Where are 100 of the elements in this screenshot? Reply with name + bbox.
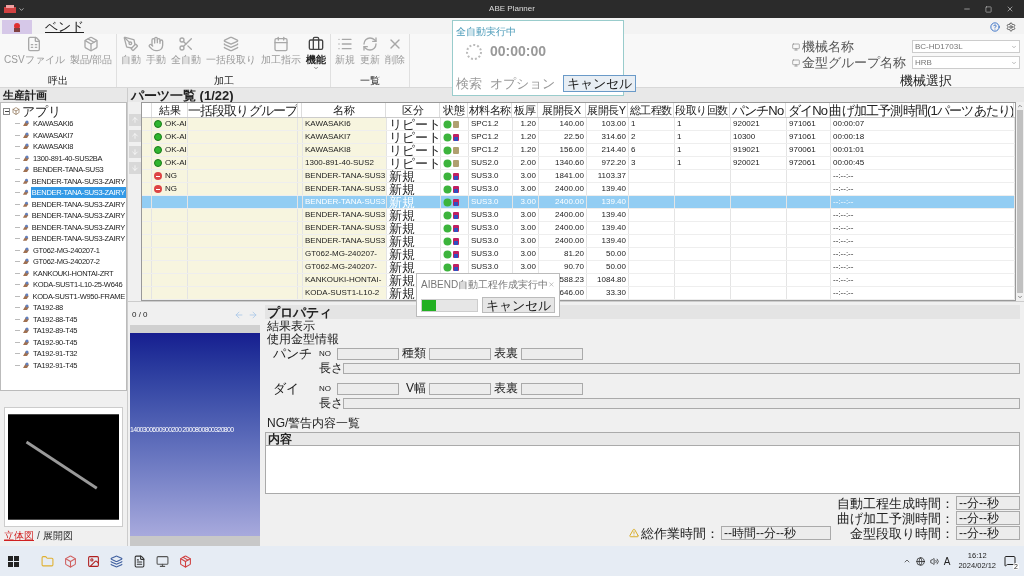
app-icon[interactable]	[156, 554, 169, 568]
table-cell: 1	[675, 144, 731, 156]
table-cell: 33.30	[587, 287, 629, 299]
table-cell[interactable]: GT062-MG-240207-	[303, 248, 387, 260]
column-header[interactable]: 展開長X	[542, 104, 581, 116]
view-link[interactable]: 展開図	[42, 527, 73, 543]
table-cell[interactable]: KAWASAKI7	[303, 131, 387, 143]
table-cell[interactable]: 1300-891-40-SUS2	[303, 157, 387, 169]
table-cell: 2400.00	[539, 209, 587, 221]
column-header[interactable]: ダイNo	[787, 103, 828, 117]
ime-indicator[interactable]: A	[943, 553, 951, 569]
input-field[interactable]	[521, 347, 583, 360]
table-cell: 139.40	[587, 235, 629, 247]
column-header[interactable]: 材料名称	[468, 104, 511, 116]
caret-icon[interactable]	[18, 5, 25, 13]
table-cell[interactable]: BENDER-TANA-SUS3	[303, 183, 387, 195]
table-cell[interactable]: KODA-SUST1-L10-2	[303, 287, 387, 299]
spinner-icon	[464, 41, 484, 62]
table-cell[interactable]: BENDER-TANA-SUS3	[303, 222, 387, 234]
table-cell: 90.70	[539, 261, 587, 273]
column-header[interactable]: パンチNo	[731, 103, 784, 117]
part-icon	[22, 338, 30, 346]
folder-icon[interactable]	[41, 554, 54, 568]
tree-item[interactable]: アプリ	[22, 104, 61, 118]
table-cell[interactable]: GT062-MG-240207-	[303, 261, 387, 273]
speaker-icon[interactable]	[929, 556, 939, 566]
cancel-button[interactable]: キャンセル	[563, 75, 636, 92]
input-field[interactable]	[521, 382, 583, 395]
app-menu-button[interactable]	[2, 20, 32, 34]
ribbon-button[interactable]: 機能	[304, 36, 329, 71]
scroll-up-icon[interactable]	[1017, 103, 1023, 109]
table-cell: 972061	[787, 157, 831, 169]
separator: /	[37, 528, 40, 543]
table-cell: SUS3.0	[469, 235, 513, 247]
app-icon[interactable]	[4, 4, 16, 14]
column-header[interactable]: 展開長Y	[587, 104, 626, 116]
column-header[interactable]: 結果	[159, 104, 180, 116]
column-header[interactable]: 状態	[443, 104, 464, 116]
dropdown-field[interactable]: HRB	[912, 56, 1020, 69]
app-icon[interactable]	[110, 554, 123, 568]
table-cell: 919021	[731, 144, 787, 156]
start-icon[interactable]	[8, 555, 19, 567]
column-header[interactable]: 一括段取りグループ	[188, 103, 297, 117]
arrow-up-icon	[130, 132, 139, 140]
arrow-right-icon[interactable]	[248, 310, 258, 320]
app-icon[interactable]	[133, 554, 146, 568]
column-header[interactable]: 名称	[333, 104, 354, 116]
table-cell: 3.00	[513, 183, 539, 195]
table-cell: 1	[629, 118, 675, 130]
settings-icon[interactable]	[1006, 22, 1016, 32]
app-menu-icon	[12, 22, 22, 32]
table-cell: SUS3.0	[469, 183, 513, 195]
table-cell[interactable]: BENDER-TANA-SUS3	[303, 235, 387, 247]
table-cell: 2400.00	[539, 183, 587, 195]
chevron-up-icon[interactable]	[902, 557, 911, 565]
table-cell: 971061	[787, 118, 831, 130]
briefcase-icon	[308, 36, 325, 52]
table-cell: SPC1.2	[469, 131, 513, 143]
table-cell: SUS3.0	[469, 209, 513, 221]
globe-icon[interactable]	[915, 556, 925, 566]
input-field[interactable]	[343, 397, 1020, 409]
part-icon	[21, 200, 29, 208]
input-field[interactable]	[337, 347, 399, 360]
cancel-button[interactable]: キャンセル	[482, 297, 555, 313]
input-field[interactable]	[343, 362, 1020, 374]
arrow-left-icon[interactable]	[234, 310, 244, 320]
column-header[interactable]: 板厚	[514, 104, 535, 116]
minimize-icon[interactable]	[963, 5, 971, 13]
view-link[interactable]: 立体図	[4, 527, 34, 543]
field-label: 長さ	[319, 396, 343, 410]
input-field[interactable]	[337, 382, 399, 395]
table-cell[interactable]: KAWASAKI8	[303, 144, 387, 156]
dropdown-field[interactable]: BC-HD1703L	[912, 40, 1020, 53]
table-cell[interactable]: BENDER-TANA-SUS3	[303, 170, 387, 182]
collapse-icon[interactable]	[3, 107, 10, 115]
column-header[interactable]: 総工程数	[629, 104, 672, 116]
table-cell[interactable]: KANKOUKI-HONTAI-	[303, 274, 387, 286]
input-field[interactable]	[429, 347, 491, 360]
column-header[interactable]: 曲げ加工予測時間(1パーツあたり)	[830, 103, 1013, 117]
caret-icon	[1011, 59, 1017, 66]
column-header[interactable]: 区分	[402, 104, 423, 116]
help-icon[interactable]	[990, 22, 1000, 32]
scroll-down-icon[interactable]	[1017, 294, 1023, 300]
ribbon-tab[interactable]: ベンド	[42, 19, 87, 34]
table-cell[interactable]: BENDER-TANA-SUS3	[303, 209, 387, 221]
table-cell: 1	[675, 118, 731, 130]
table-cell[interactable]: KAWASAKI6	[303, 118, 387, 130]
input-field[interactable]	[429, 382, 491, 395]
close-icon[interactable]	[1006, 5, 1014, 13]
panel-title: パーツ一覧 (1/22)	[131, 88, 234, 102]
table-cell: SUS3.0	[469, 261, 513, 273]
table-cell: 50.00	[587, 261, 629, 273]
list-icon	[337, 36, 354, 52]
arrow-down-icon	[130, 148, 139, 156]
app-icon[interactable]	[87, 554, 100, 568]
table-cell: --:--:--	[831, 274, 1015, 286]
label: 使用金型情報	[266, 333, 340, 346]
notification-icon[interactable]	[1004, 555, 1016, 567]
maximize-icon[interactable]	[985, 5, 992, 13]
column-header[interactable]: 段取り回数	[675, 104, 728, 116]
